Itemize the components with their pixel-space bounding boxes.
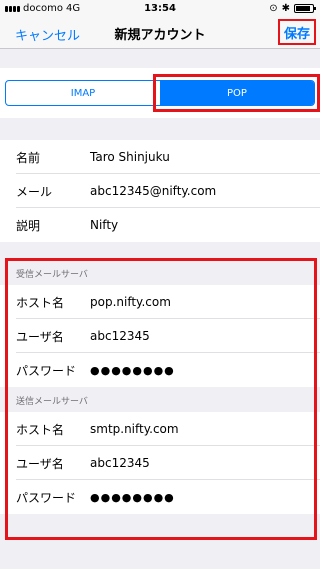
incoming-user-field[interactable]: abc12345 — [90, 329, 150, 343]
account-type-segmented-control: IMAP POP — [5, 80, 315, 106]
account-info-section: 名前 Taro Shinjuku メール abc12345@nifty.com … — [0, 140, 320, 242]
outgoing-host-field[interactable]: smtp.nifty.com — [90, 422, 179, 436]
description-label: 説明 — [16, 218, 41, 233]
description-row[interactable]: 説明 Nifty — [0, 208, 320, 242]
incoming-server-header-label: 受信メールサーバ — [16, 270, 88, 280]
status-bar: docomo 4G 13:54 ⊙ ✱ — [0, 0, 320, 18]
outgoing-password-label: パスワード — [16, 490, 77, 505]
account-type-section: IMAP POP — [0, 68, 320, 118]
incoming-user-label: ユーザ名 — [16, 329, 64, 344]
outgoing-user-label: ユーザ名 — [16, 456, 64, 471]
incoming-password-field[interactable]: ●●●●●●●● — [90, 364, 175, 377]
email-field[interactable]: abc12345@nifty.com — [90, 184, 216, 198]
email-label: メール — [16, 184, 53, 199]
outgoing-host-row[interactable]: ホスト名 smtp.nifty.com — [0, 412, 320, 446]
outgoing-host-label: ホスト名 — [16, 422, 65, 437]
outgoing-password-row[interactable]: パスワード ●●●●●●●● — [0, 480, 320, 514]
battery-fill — [296, 6, 311, 11]
save-button[interactable]: 保存 — [278, 19, 316, 45]
outgoing-server-section: ホスト名 smtp.nifty.com ユーザ名 abc12345 パスワード … — [0, 412, 320, 514]
segment-imap[interactable]: IMAP — [6, 81, 160, 105]
status-right: ⊙ ✱ — [269, 3, 316, 14]
incoming-server-section: ホスト名 pop.nifty.com ユーザ名 abc12345 パスワード ●… — [0, 285, 320, 387]
incoming-host-label: ホスト名 — [16, 295, 65, 310]
outgoing-user-field[interactable]: abc12345 — [90, 456, 150, 470]
nav-bar: キャンセル 新規アカウント 保存 — [0, 18, 320, 49]
name-row[interactable]: 名前 Taro Shinjuku — [0, 140, 320, 174]
name-field[interactable]: Taro Shinjuku — [90, 150, 170, 164]
email-row[interactable]: メール abc12345@nifty.com — [0, 174, 320, 208]
outgoing-server-header: 送信メールサーバ — [0, 388, 320, 412]
segment-pop[interactable]: POP — [160, 81, 314, 105]
incoming-server-header: 受信メールサーバ — [0, 261, 320, 285]
outgoing-user-row[interactable]: ユーザ名 abc12345 — [0, 446, 320, 480]
incoming-host-row[interactable]: ホスト名 pop.nifty.com — [0, 285, 320, 319]
incoming-user-row[interactable]: ユーザ名 abc12345 — [0, 319, 320, 353]
name-label: 名前 — [16, 150, 41, 165]
page-title: 新規アカウント — [114, 28, 206, 43]
bluetooth-icon: ✱ — [281, 3, 290, 14]
incoming-password-label: パスワード — [16, 363, 77, 378]
description-field[interactable]: Nifty — [90, 218, 118, 232]
outgoing-server-header-label: 送信メールサーバ — [16, 397, 88, 407]
rotation-lock-icon: ⊙ — [269, 3, 278, 14]
battery-icon — [294, 4, 316, 13]
outgoing-password-field[interactable]: ●●●●●●●● — [90, 491, 175, 504]
incoming-host-field[interactable]: pop.nifty.com — [90, 295, 171, 309]
incoming-password-row[interactable]: パスワード ●●●●●●●● — [0, 353, 320, 387]
